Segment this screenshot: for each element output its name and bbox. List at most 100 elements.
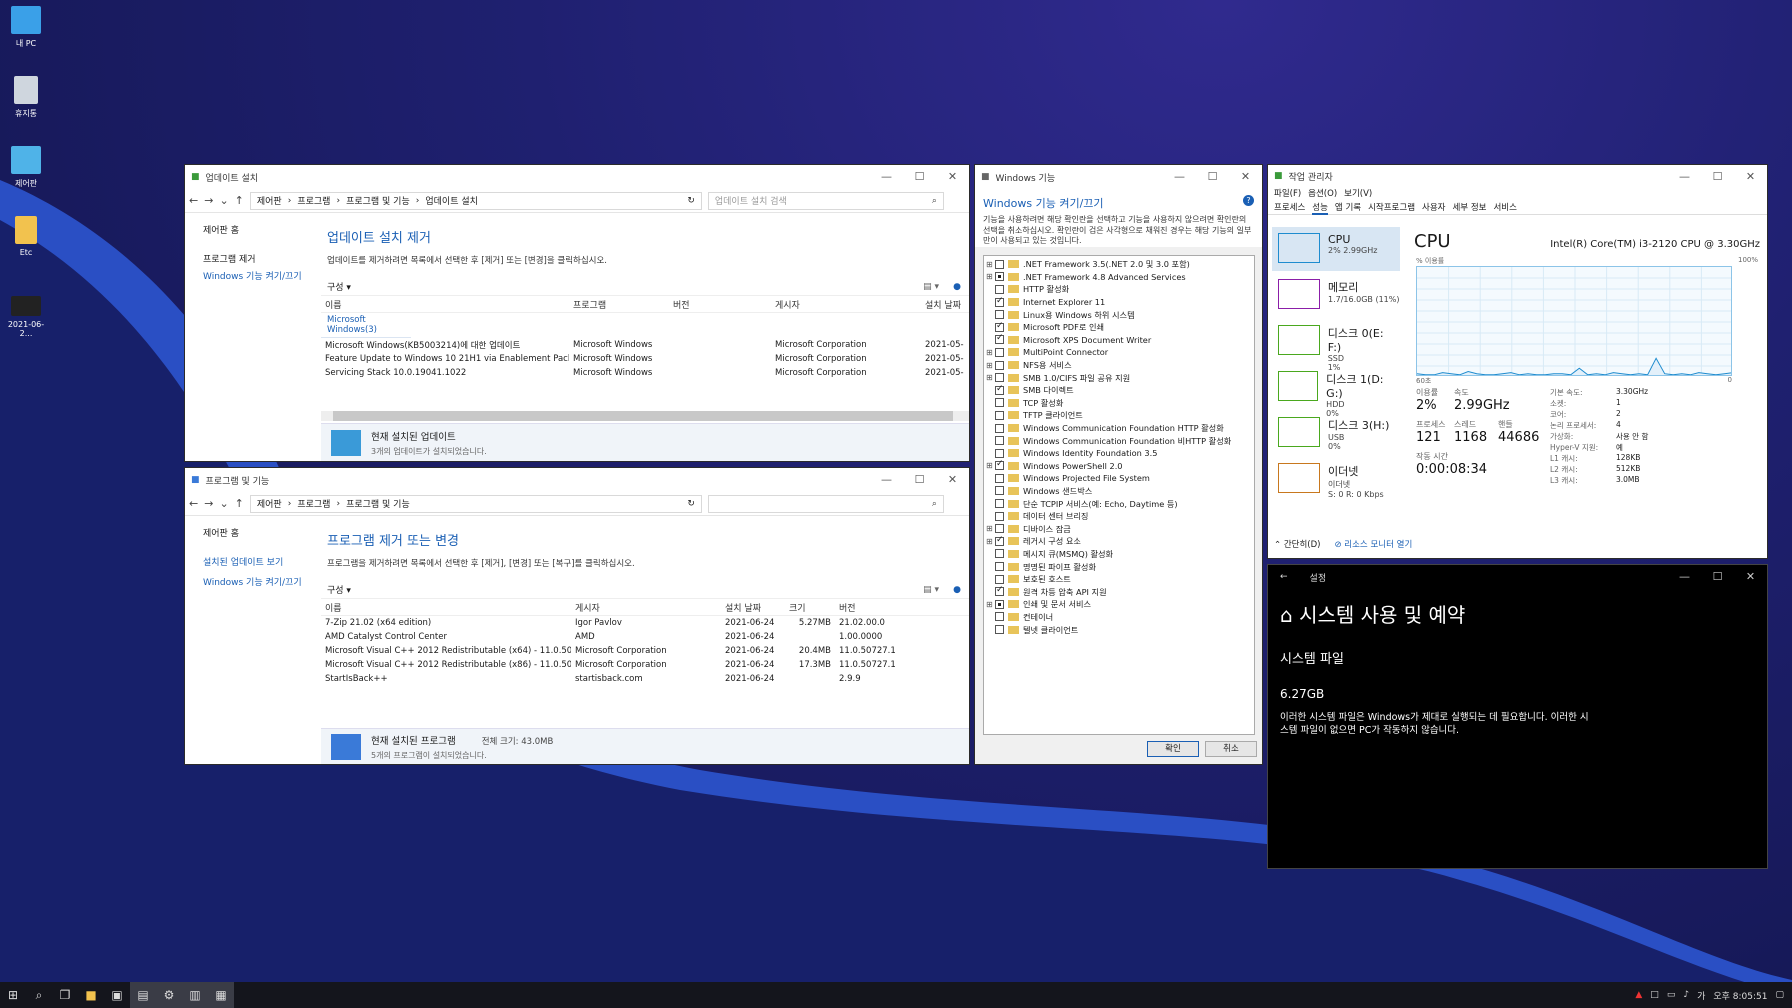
maximize-button[interactable]: ☐ <box>903 165 936 189</box>
column-header[interactable]: 버전 <box>669 298 771 311</box>
crumb[interactable]: 프로그램 <box>297 497 330 510</box>
perf-sidebar-item[interactable]: 디스크 1(D: G:) HDD 0% <box>1272 365 1400 418</box>
feature-item[interactable]: TFTP 클라이언트 <box>984 409 1254 422</box>
column-header[interactable]: 이름 <box>321 601 571 614</box>
feature-checkbox[interactable] <box>995 321 1004 332</box>
organize-button[interactable]: 구성 ▾ <box>327 280 351 293</box>
clock[interactable]: 오후 8:05:51 <box>1713 989 1767 1002</box>
perf-sidebar-item[interactable]: 디스크 3(H:) USB 0% <box>1272 411 1400 455</box>
network-icon[interactable]: ▭ <box>1667 990 1676 1000</box>
feature-checkbox[interactable] <box>995 486 1004 496</box>
feature-checkbox[interactable] <box>995 511 1004 521</box>
feature-checkbox[interactable] <box>995 549 1004 559</box>
feature-item[interactable]: Windows Identity Foundation 3.5 <box>984 447 1254 460</box>
chevron-down-icon[interactable]: ⌄ <box>219 497 228 510</box>
menu-view[interactable]: 보기(V) <box>1344 187 1372 199</box>
notification-icon[interactable]: ▢ <box>1775 990 1784 1000</box>
feature-checkbox[interactable] <box>995 333 1004 345</box>
feature-item[interactable]: Internet Explorer 11 <box>984 296 1254 309</box>
column-header[interactable]: 게시자 <box>771 298 921 311</box>
taskbar-app-icon[interactable]: ▤ <box>130 982 156 1008</box>
feature-item[interactable]: ⊞ NFS용 서비스 <box>984 359 1254 372</box>
uninstall-program-link[interactable]: 프로그램 제거 <box>203 252 321 265</box>
maximize-button[interactable]: ☐ <box>1701 565 1734 589</box>
perf-sidebar-item[interactable]: 이더넷 이더넷 S: 0 R: 0 Kbps <box>1272 457 1400 501</box>
column-header[interactable]: 프로그램 <box>569 298 669 311</box>
feature-item[interactable]: ⊞ SMB 1.0/CIFS 파일 공유 지원 <box>984 371 1254 384</box>
feature-checkbox[interactable] <box>995 310 1004 320</box>
feature-checkbox[interactable] <box>995 410 1004 420</box>
crumb[interactable]: 업데이트 설치 <box>425 194 478 207</box>
up-icon[interactable]: ↑ <box>235 497 244 510</box>
table-row[interactable]: StartIsBack++ startisback.com 2021-06-24 2.… <box>321 672 969 686</box>
feature-item[interactable]: ⊞ MultiPoint Connector <box>984 346 1254 359</box>
control-panel-home-link[interactable]: 제어판 홈 <box>203 223 321 236</box>
feature-item[interactable]: HTTP 활성화 <box>984 283 1254 296</box>
close-button[interactable]: ✕ <box>936 165 969 189</box>
expand-icon[interactable]: ⊞ <box>986 524 995 533</box>
feature-checkbox[interactable] <box>995 459 1004 471</box>
minimize-button[interactable]: — <box>1163 165 1196 189</box>
feature-checkbox[interactable] <box>995 562 1004 572</box>
column-header[interactable]: 크기 <box>785 601 835 614</box>
forward-icon[interactable]: → <box>204 497 213 510</box>
ime-icon[interactable]: 가 <box>1697 989 1705 1002</box>
feature-checkbox[interactable] <box>995 259 1004 269</box>
close-button[interactable]: ✕ <box>1734 565 1767 589</box>
expand-icon[interactable]: ⊞ <box>986 461 995 470</box>
feature-checkbox[interactable] <box>995 574 1004 584</box>
back-icon[interactable]: ← <box>189 194 198 207</box>
feature-checkbox[interactable] <box>995 360 1004 370</box>
feature-item[interactable]: Windows Communication Foundation HTTP 활성… <box>984 422 1254 435</box>
breadcrumb[interactable]: 제어판 › 프로그램 › 프로그램 및 기능 › 업데이트 설치 ↻ <box>249 191 702 210</box>
feature-item[interactable]: Windows 샌드박스 <box>984 485 1254 498</box>
desktop-icon-etc[interactable]: Etc <box>4 216 48 257</box>
feature-checkbox[interactable] <box>995 473 1004 483</box>
view-installed-updates-link[interactable]: 설치된 업데이트 보기 <box>203 555 321 568</box>
ok-button[interactable]: 확인 <box>1147 741 1199 757</box>
file-explorer-icon[interactable]: ■ <box>78 982 104 1008</box>
view-icon[interactable]: ▤ ▾ <box>923 585 939 595</box>
maximize-button[interactable]: ☐ <box>903 468 936 492</box>
tray-icon[interactable]: □ <box>1650 990 1659 1000</box>
feature-item[interactable]: 명명된 파이프 활성화 <box>984 560 1254 573</box>
table-row[interactable]: Microsoft Windows(KB5003214)에 대한 업데이트 Mic… <box>321 338 969 352</box>
minimize-button[interactable]: — <box>1668 165 1701 189</box>
close-button[interactable]: ✕ <box>1229 165 1262 189</box>
column-header[interactable]: 게시자 <box>571 601 721 614</box>
table-row[interactable]: Servicing Stack 10.0.19041.1022 Microsoft… <box>321 366 969 380</box>
expand-icon[interactable]: ⊞ <box>986 361 995 370</box>
tab-app-history[interactable]: 앱 기록 <box>1335 201 1361 213</box>
tab-processes[interactable]: 프로세스 <box>1274 201 1305 213</box>
feature-checkbox[interactable] <box>995 599 1004 609</box>
fewer-details-button[interactable]: ⌃ 간단히(D) <box>1274 538 1320 550</box>
tray-alert-icon[interactable]: ▲ <box>1635 990 1642 1000</box>
perf-sidebar-item[interactable]: CPU 2% 2.99GHz <box>1272 227 1400 271</box>
store-icon[interactable]: ▣ <box>104 982 130 1008</box>
feature-checkbox[interactable] <box>995 499 1004 509</box>
back-icon[interactable]: ← <box>1280 572 1288 582</box>
windows-features-link[interactable]: Windows 기능 켜기/끄기 <box>203 269 321 282</box>
column-header[interactable]: 설치 날짜 <box>721 601 785 614</box>
feature-item[interactable]: Windows Communication Foundation 비HTTP 활… <box>984 434 1254 447</box>
minimize-button[interactable]: — <box>870 165 903 189</box>
table-row[interactable]: Feature Update to Windows 10 21H1 via En… <box>321 352 969 366</box>
close-button[interactable]: ✕ <box>936 468 969 492</box>
help-icon[interactable]: ● <box>953 282 961 292</box>
tab-details[interactable]: 세부 정보 <box>1452 201 1486 213</box>
expand-icon[interactable]: ⊞ <box>986 348 995 357</box>
refresh-icon[interactable]: ↻ <box>687 499 695 509</box>
feature-item[interactable]: 보호된 호스트 <box>984 573 1254 586</box>
close-button[interactable]: ✕ <box>1734 165 1767 189</box>
minimize-button[interactable]: — <box>1668 565 1701 589</box>
feature-checkbox[interactable] <box>995 436 1004 446</box>
control-panel-home-link[interactable]: 제어판 홈 <box>203 526 321 539</box>
volume-icon[interactable]: ♪ <box>1683 990 1689 1000</box>
feature-item[interactable]: Microsoft XPS Document Writer <box>984 333 1254 347</box>
table-row[interactable]: 7-Zip 21.02 (x64 edition) Igor Pavlov 2021… <box>321 616 969 630</box>
feature-checkbox[interactable] <box>995 272 1004 282</box>
feature-item[interactable]: TCP 활성화 <box>984 397 1254 410</box>
feature-item[interactable]: 단순 TCPIP 서비스(예: Echo, Daytime 등) <box>984 497 1254 510</box>
table-row[interactable]: Microsoft Visual C++ 2012 Redistributabl… <box>321 644 969 658</box>
expand-icon[interactable]: ⊞ <box>986 600 995 609</box>
